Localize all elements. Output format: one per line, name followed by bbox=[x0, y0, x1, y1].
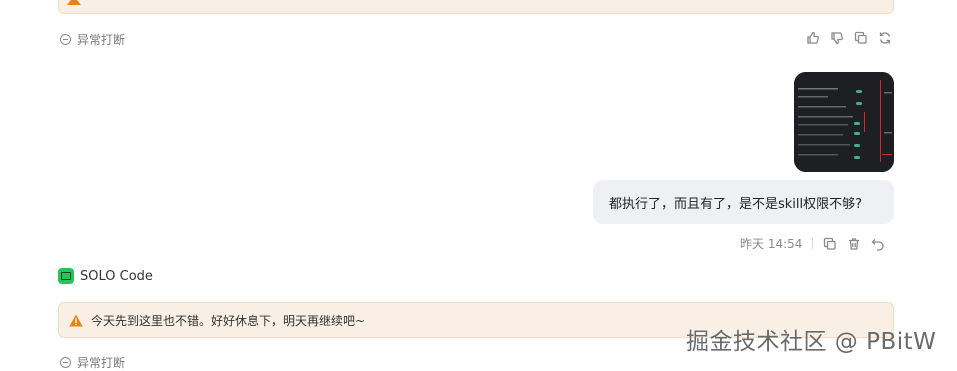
watermark: 掘金技术社区 @ PBitW bbox=[686, 329, 937, 355]
divider bbox=[812, 238, 814, 249]
copy-icon[interactable] bbox=[854, 31, 868, 45]
warning-text: 今天先到这里也不错。好好休息下，明天再继续吧~ bbox=[91, 313, 366, 328]
screenshot-preview-image bbox=[794, 72, 894, 172]
previous-warning-banner bbox=[58, 0, 894, 14]
interrupt-label: 异常打断 bbox=[77, 356, 126, 370]
message-actions bbox=[806, 31, 892, 45]
minus-circle-icon bbox=[60, 357, 71, 368]
regenerate-icon[interactable] bbox=[878, 31, 892, 45]
interrupt-status: 异常打断 bbox=[60, 31, 125, 48]
copy-icon[interactable] bbox=[823, 237, 837, 251]
thumbs-up-icon[interactable] bbox=[806, 31, 820, 45]
message-timestamp: 昨天 14:54 bbox=[740, 237, 803, 251]
attached-screenshot-thumbnail[interactable] bbox=[794, 72, 894, 172]
user-message-bubble: 都执行了，而且有了，是不是skill权限不够? bbox=[593, 180, 894, 224]
agent-header: SOLO Code bbox=[58, 268, 153, 284]
warning-icon bbox=[67, 0, 81, 5]
warning-icon bbox=[69, 314, 83, 326]
minus-circle-icon bbox=[60, 34, 71, 45]
agent-name: SOLO Code bbox=[80, 268, 153, 284]
interrupt-status: 异常打断 bbox=[60, 354, 125, 371]
trash-icon[interactable] bbox=[847, 237, 861, 251]
interrupt-label: 异常打断 bbox=[77, 33, 126, 47]
user-message-meta: 昨天 14:54 bbox=[740, 235, 885, 252]
solo-code-logo-icon bbox=[58, 268, 74, 284]
user-message-text: 都执行了，而且有了，是不是skill权限不够? bbox=[609, 196, 863, 212]
thumbs-down-icon[interactable] bbox=[830, 31, 844, 45]
undo-icon[interactable] bbox=[871, 237, 885, 251]
